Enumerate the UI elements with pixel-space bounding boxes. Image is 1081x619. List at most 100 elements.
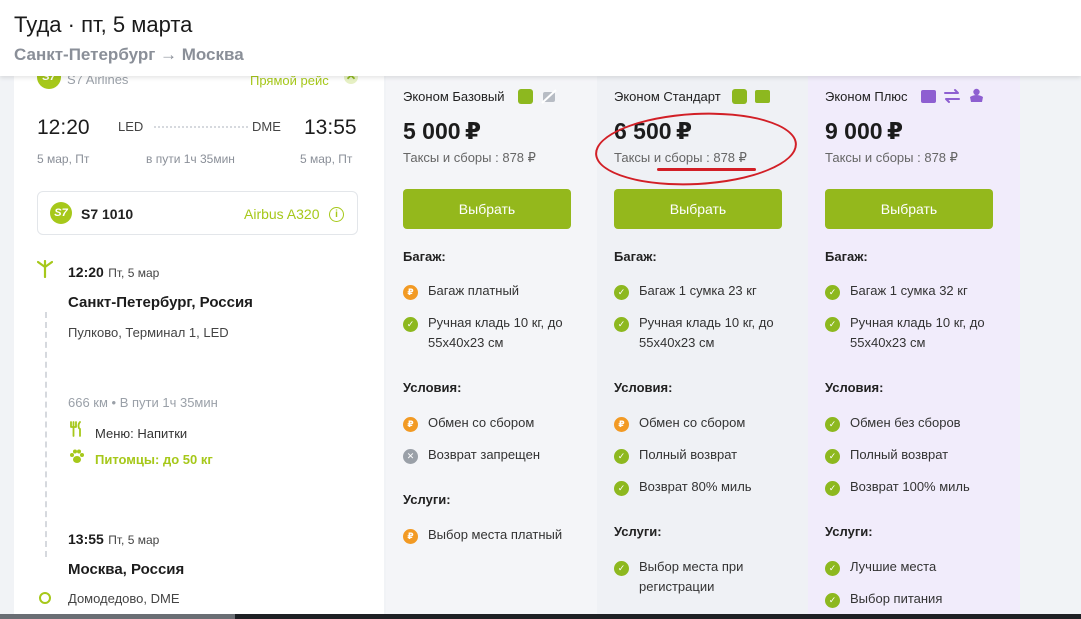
check-icon: ✓ bbox=[614, 449, 629, 464]
carry-on-icon bbox=[518, 89, 533, 104]
departure-time: 12:20 bbox=[37, 116, 90, 139]
fare-name: Эконом Базовый bbox=[403, 89, 505, 104]
airline-logo: S7 bbox=[37, 76, 61, 89]
page-title: Туда · пт, 5 марта bbox=[14, 12, 193, 37]
baggage-item: Багаж 1 сумка 32 кг bbox=[850, 283, 968, 298]
departure-stop: 12:20 Пт, 5 мар bbox=[68, 264, 159, 282]
baggage-item: Багаж платный bbox=[428, 283, 520, 298]
services-heading: Услуги: bbox=[825, 524, 873, 539]
departure-city: Санкт-Петербург, Россия bbox=[68, 294, 253, 311]
arrival-stop-date: Пт, 5 мар bbox=[108, 533, 160, 547]
check-icon: ✓ bbox=[825, 317, 840, 332]
page-header: Туда · пт, 5 марта Санкт-Петербург → Мос… bbox=[0, 0, 1081, 76]
baggage-item: Ручная кладь 10 кг, до 55x40x23 см bbox=[428, 315, 563, 350]
services-heading: Услуги: bbox=[403, 492, 451, 507]
airline-logo-small: S7 bbox=[50, 202, 72, 224]
condition-item: Обмен со сбором bbox=[428, 415, 535, 430]
departure-airport: Пулково, Терминал 1, LED bbox=[68, 325, 229, 340]
exchange-icon bbox=[944, 89, 960, 103]
fare-name: Эконом Плюс bbox=[825, 89, 908, 104]
departure-stop-time: 12:20 bbox=[68, 264, 104, 280]
airline-name: S7 Airlines bbox=[67, 76, 129, 87]
baggage-icon bbox=[755, 90, 770, 103]
currency-ruble-icon: ₽ bbox=[887, 118, 904, 144]
conditions-heading: Условия: bbox=[403, 380, 462, 395]
distance-duration: 666 км • В пути 1ч 35мин bbox=[68, 395, 218, 410]
select-fare-button[interactable]: Выбрать bbox=[825, 189, 993, 229]
condition-item: Полный возврат bbox=[639, 447, 738, 462]
baggage-item: Ручная кладь 10 кг, до 55x40x23 см bbox=[850, 315, 985, 350]
fork-knife-icon bbox=[70, 421, 81, 437]
condition-item: Возврат 80% миль bbox=[639, 479, 752, 494]
annotation-underline bbox=[657, 168, 756, 171]
flight-number: S7 1010 bbox=[81, 206, 134, 222]
pets-info: Питомцы: до 50 кг bbox=[95, 452, 213, 467]
check-icon: ✓ bbox=[825, 481, 840, 496]
bottom-bar bbox=[0, 614, 1081, 619]
route-subtitle: Санкт-Петербург → Москва bbox=[14, 45, 244, 64]
check-icon: ✓ bbox=[825, 561, 840, 576]
check-icon: ✓ bbox=[825, 285, 840, 300]
menu-info: Меню: Напитки bbox=[95, 426, 188, 441]
timeline-line bbox=[45, 312, 47, 557]
destination-marker-icon bbox=[39, 592, 51, 604]
fare-taxes: Таксы и сборы : 878 ₽ bbox=[403, 150, 536, 165]
arrival-code: DME bbox=[252, 119, 281, 134]
fare-price: 9 000 ₽ bbox=[825, 118, 903, 145]
fare-card-plus: Эконом Плюс 9 000 ₽ Таксы и сборы : 878 … bbox=[808, 76, 1020, 614]
aircraft-type: Airbus A320 bbox=[244, 206, 320, 222]
service-item: Выбор места при регистрации bbox=[639, 559, 744, 594]
check-icon: ✓ bbox=[825, 593, 840, 608]
check-icon: ✓ bbox=[614, 561, 629, 576]
condition-item: Обмен без сборов bbox=[850, 415, 961, 430]
service-item: Выбор места платный bbox=[428, 527, 563, 542]
arrival-time: 13:55 bbox=[304, 116, 357, 139]
baggage-heading: Багаж: bbox=[614, 249, 657, 264]
condition-item: Возврат запрещен bbox=[428, 447, 541, 462]
bottom-bar-dark bbox=[235, 614, 1081, 619]
condition-item: Обмен со сбором bbox=[639, 415, 746, 430]
select-fare-button[interactable]: Выбрать bbox=[614, 189, 782, 229]
service-item: Выбор питания bbox=[850, 591, 943, 606]
check-icon: ✓ bbox=[825, 417, 840, 432]
direct-flight-label: Прямой рейс bbox=[250, 76, 329, 88]
arrival-stop: 13:55 Пт, 5 мар bbox=[68, 531, 159, 549]
departure-date: 5 мар, Пт bbox=[37, 152, 90, 166]
baggage-item: Ручная кладь 10 кг, до 55x40x23 см bbox=[639, 315, 774, 350]
paw-icon bbox=[70, 449, 84, 463]
paid-icon: ₽ bbox=[403, 417, 418, 432]
check-icon: ✓ bbox=[614, 285, 629, 300]
check-icon: ✓ bbox=[614, 317, 629, 332]
baggage-item: Багаж 1 сумка 23 кг bbox=[639, 283, 757, 298]
select-fare-button[interactable]: Выбрать bbox=[403, 189, 571, 229]
fare-card-basic: Эконом Базовый 5 000 ₽ Таксы и сборы : 8… bbox=[386, 76, 598, 614]
arrival-city: Москва, Россия bbox=[68, 561, 185, 578]
paid-icon: ₽ bbox=[403, 285, 418, 300]
arrival-stop-time: 13:55 bbox=[68, 531, 104, 547]
flight-duration: в пути 1ч 35мин bbox=[146, 152, 235, 166]
info-icon[interactable]: i bbox=[329, 207, 344, 222]
check-icon: ✓ bbox=[403, 317, 418, 332]
price-value: 5 000 bbox=[403, 118, 461, 144]
baggage-icon bbox=[921, 90, 936, 103]
baggage-heading: Багаж: bbox=[825, 249, 868, 264]
baggage-heading: Багаж: bbox=[403, 249, 446, 264]
arrival-date: 5 мар, Пт bbox=[300, 152, 353, 166]
fare-taxes: Таксы и сборы : 878 ₽ bbox=[825, 150, 958, 165]
paid-icon: ₽ bbox=[614, 417, 629, 432]
chevron-up-icon[interactable] bbox=[344, 76, 358, 84]
cross-icon: ✕ bbox=[403, 449, 418, 464]
fare-price: 5 000 ₽ bbox=[403, 118, 481, 145]
condition-item: Возврат 100% миль bbox=[850, 479, 970, 494]
flight-info-box: S7 S7 1010 Airbus A320 i bbox=[37, 191, 358, 235]
service-item: Лучшие места bbox=[850, 559, 937, 574]
takeoff-icon bbox=[37, 260, 53, 278]
results-area: S7 S7 Airlines Прямой рейс 12:20 LED DME… bbox=[0, 76, 1081, 614]
departure-stop-date: Пт, 5 мар bbox=[108, 266, 160, 280]
check-icon: ✓ bbox=[825, 449, 840, 464]
route-line bbox=[154, 126, 248, 128]
seat-icon bbox=[970, 88, 983, 102]
conditions-heading: Условия: bbox=[825, 380, 884, 395]
no-baggage-icon bbox=[541, 89, 557, 104]
flight-card: S7 S7 Airlines Прямой рейс 12:20 LED DME… bbox=[14, 76, 384, 614]
